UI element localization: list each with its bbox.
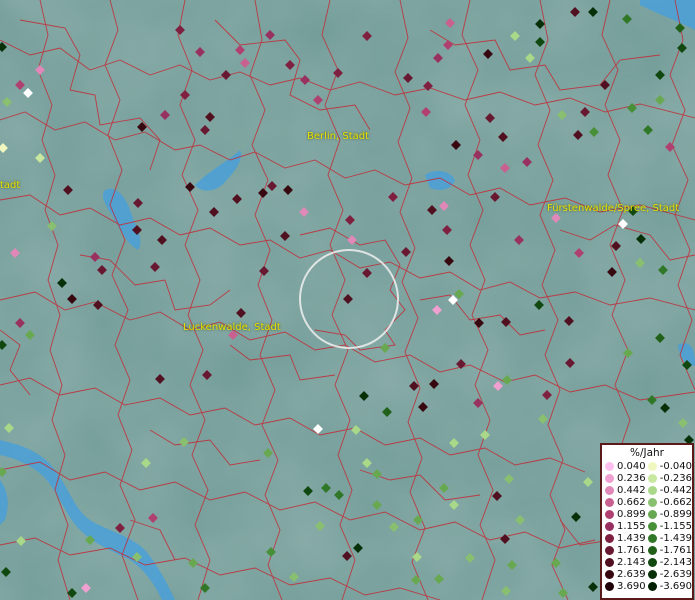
legend-label: -2.143 [659,557,692,569]
legend-swatch-icon [647,522,657,532]
map-canvas[interactable]: Berlin, Stadt Fürstenwalde/Spree, Stadt … [0,0,695,600]
legend-swatch-icon [605,582,614,592]
legend-label: 0.040 [617,460,646,472]
legend-row: -0.040 [647,460,692,472]
legend-title: %/Jahr [629,447,665,459]
city-label-fuerstenwalde: Fürstenwalde/Spree, Stadt [547,203,680,214]
legend-label: 1.761 [617,545,646,557]
legend-negative-column: -0.040 -0.236 -0.442 -0.662 -0.899 -1.155 -1.4… [647,460,692,593]
legend-label: 1.155 [617,521,646,533]
legend-swatch-icon [605,473,614,483]
map-layer [0,0,695,600]
legend-label: 3.690 [617,581,646,593]
city-label-partial: tadt [0,180,21,191]
legend-positive-column: 0.040 0.236 0.442 0.662 0.899 1.155 1.439 1.761… [605,460,648,593]
legend-label: 1.439 [617,533,646,545]
legend: %/Jahr 0.040 0.236 0.442 0.662 0.899 1.155 1.4… [600,443,694,600]
legend-swatch-icon [647,497,657,507]
legend-row: 0.899 [605,508,648,520]
legend-swatch-icon [605,509,614,519]
legend-swatch-icon [605,534,614,544]
legend-row: 0.040 [605,460,648,472]
legend-label: 2.143 [617,557,646,569]
legend-swatch-icon [647,570,657,580]
legend-label: -1.155 [659,521,692,533]
legend-row: -1.155 [647,520,692,533]
legend-row: -0.662 [647,496,692,508]
legend-swatch-icon [647,546,657,556]
legend-row: -2.143 [647,557,692,569]
legend-row: 1.155 [605,520,648,532]
legend-swatch-icon [605,497,614,507]
legend-label: -2.639 [659,569,692,581]
legend-row: 0.236 [605,472,648,484]
legend-swatch-icon [647,558,657,568]
legend-row: 0.662 [605,496,648,508]
legend-row: 2.639 [605,569,648,581]
legend-label: 0.662 [617,496,646,508]
legend-label: 2.639 [617,569,646,581]
legend-label: -0.899 [659,508,692,520]
legend-swatch-icon [647,485,657,495]
legend-label: 0.236 [617,472,646,484]
legend-label: -0.040 [659,460,692,472]
legend-swatch-icon [605,461,614,471]
legend-swatch-icon [647,509,657,519]
legend-swatch-icon [647,461,657,471]
legend-swatch-icon [605,570,614,580]
legend-label: -0.236 [659,472,692,484]
legend-swatch-icon [647,473,657,483]
legend-swatch-icon [605,558,614,568]
legend-label: -0.442 [659,484,692,496]
legend-row: -1.761 [647,545,692,557]
legend-row: 2.143 [605,557,648,569]
legend-row: -0.442 [647,484,692,496]
legend-row: 3.690 [605,581,648,593]
legend-row: 0.442 [605,484,648,496]
legend-label: -1.439 [659,533,692,545]
legend-label: 0.899 [617,508,646,520]
legend-row: -0.236 [647,472,692,484]
legend-swatch-icon [647,582,657,592]
legend-row: -0.899 [647,508,692,520]
legend-row: 1.761 [605,545,648,557]
legend-row: 1.439 [605,533,648,545]
legend-label: 0.442 [617,484,646,496]
legend-swatch-icon [605,522,614,532]
legend-row: -2.639 [647,569,692,581]
legend-swatch-icon [605,485,614,495]
legend-label: -0.662 [659,496,692,508]
city-label-berlin: Berlin, Stadt [307,131,370,142]
legend-swatch-icon [647,534,657,544]
legend-swatch-icon [605,546,614,556]
legend-row: -1.439 [647,533,692,545]
legend-label: -3.690 [659,581,692,593]
legend-label: -1.761 [659,545,692,557]
city-label-luckenwalde: Luckenwalde, Stadt [183,322,281,333]
legend-row: -3.690 [647,581,692,593]
